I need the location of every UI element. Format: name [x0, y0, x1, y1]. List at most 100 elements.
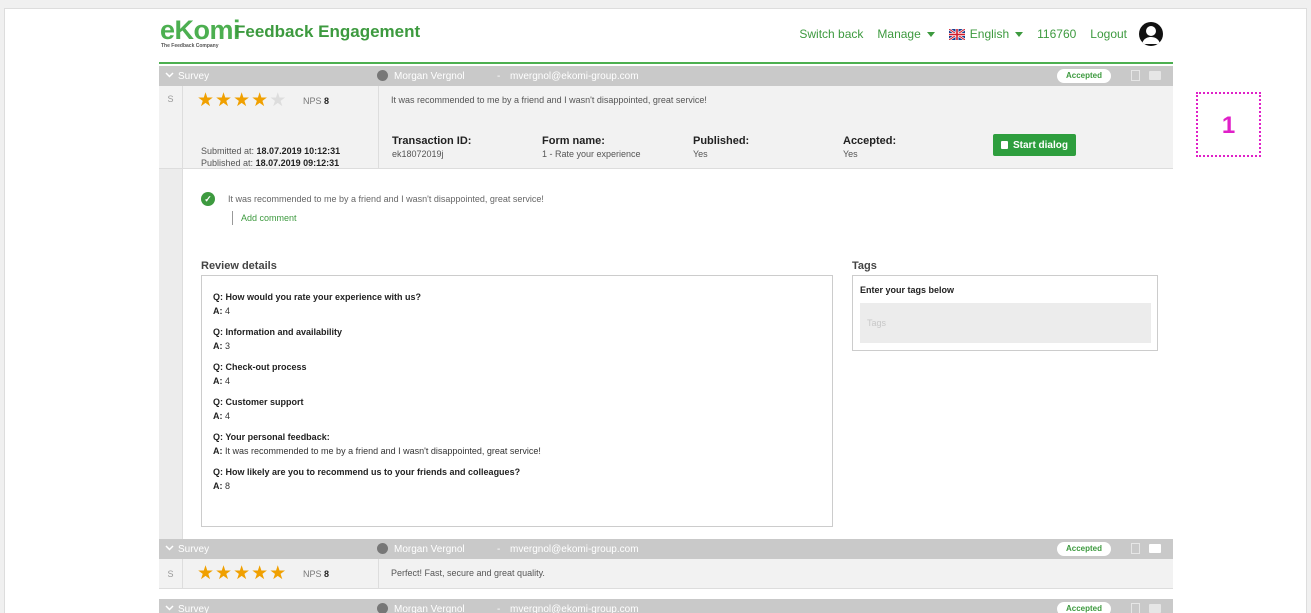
- answer-value: 4: [225, 411, 231, 421]
- user-icon: [377, 70, 388, 81]
- transaction-value: ek18072019j: [392, 149, 444, 159]
- form-label: Form name:: [542, 135, 605, 147]
- language-label: English: [969, 27, 1010, 41]
- document-icon[interactable]: [1131, 603, 1140, 613]
- form-value: 1 - Rate your experience: [542, 149, 641, 159]
- user-icon: [377, 603, 388, 613]
- annotation-marker: 1: [1196, 92, 1261, 157]
- nps-value: 8: [324, 569, 330, 579]
- chevron-down-icon[interactable]: [165, 70, 174, 79]
- document-icon[interactable]: [1131, 70, 1140, 81]
- manage-menu[interactable]: Manage: [877, 27, 935, 41]
- accepted-label: Accepted:: [843, 135, 897, 147]
- published-at: Published at: 18.07.2019 09:12:31: [201, 158, 339, 168]
- star-icon: ★: [233, 563, 251, 584]
- star-icon: ★: [269, 563, 287, 584]
- chevron-down-icon[interactable]: [165, 603, 174, 612]
- review-summary: S ★ ★ ★ ★ ★ NPS 8 Perfect! Fast, secure …: [159, 559, 1173, 589]
- logout-link[interactable]: Logout: [1090, 27, 1127, 41]
- review-details-box: Q: How would you rate your experience wi…: [201, 275, 833, 527]
- start-dialog-button[interactable]: Start dialog: [993, 134, 1076, 156]
- app-title: Feedback Engagement: [235, 22, 421, 41]
- tags-box: Enter your tags below: [852, 275, 1158, 351]
- star-icon: ★: [251, 90, 269, 111]
- uk-flag-icon: [948, 28, 965, 40]
- chevron-down-icon[interactable]: [165, 543, 174, 552]
- comment-icon[interactable]: [1149, 544, 1161, 553]
- separator: -: [497, 71, 501, 82]
- published-flag-label: Published:: [693, 135, 750, 147]
- comment-row: ✓ It was recommended to me by a friend a…: [201, 192, 544, 206]
- star-rating: ★ ★ ★ ★ ★: [197, 91, 287, 110]
- divider: [378, 86, 379, 169]
- chevron-down-icon: [926, 31, 935, 37]
- answer: A: It was recommended to me by a friend …: [213, 446, 832, 456]
- reviewer-name: Morgan Vergnol: [394, 71, 465, 82]
- status-badge: Accepted: [1057, 69, 1112, 83]
- qa-item: Q: How would you rate your experience wi…: [213, 292, 832, 316]
- answer-value: 4: [225, 306, 231, 316]
- qa-item: Q: Information and availability A: 3: [213, 327, 832, 351]
- answer-prefix: A:: [213, 306, 223, 316]
- review-header-bar[interactable]: Survey Morgan Vergnol - mvergnol@ekomi-g…: [159, 539, 1173, 559]
- user-icon: [377, 543, 388, 554]
- nps-label: NPS: [303, 569, 322, 579]
- question: Q: How likely are you to recommend us to…: [213, 467, 521, 477]
- user-avatar-icon[interactable]: [1139, 22, 1163, 46]
- document-icon[interactable]: [1131, 543, 1140, 554]
- review-type-label: Survey: [178, 71, 210, 82]
- qa-item: Q: Customer support A: 4: [213, 397, 832, 421]
- question: Q: Check-out process: [213, 362, 307, 372]
- question: Q: Information and availability: [213, 327, 343, 337]
- tags-label: Enter your tags below: [860, 285, 955, 295]
- answer: A: 8: [213, 481, 832, 491]
- star-icon: ★: [215, 563, 233, 584]
- transaction-label: Transaction ID:: [392, 135, 472, 147]
- reviewer-email: mvergnol@ekomi-group.com: [510, 71, 639, 82]
- star-icon: ★: [197, 90, 215, 111]
- language-selector[interactable]: English: [948, 27, 1024, 41]
- star-icon: ★: [215, 90, 233, 111]
- top-header: eKomi The Feedback Company Feedback Enga…: [159, 9, 1173, 64]
- answer-value: 3: [225, 341, 231, 351]
- answer: A: 4: [213, 411, 832, 421]
- review-details-title: Review details: [201, 260, 277, 272]
- switch-back-link[interactable]: Switch back: [799, 27, 863, 41]
- nps-label: NPS: [303, 96, 322, 106]
- review-header-bar[interactable]: Survey Morgan Vergnol - mvergnol@ekomi-g…: [159, 66, 1173, 86]
- answer-prefix: A:: [213, 446, 223, 456]
- start-dialog-label: Start dialog: [1012, 139, 1068, 151]
- question: Q: Customer support: [213, 397, 304, 407]
- reviewer-name: Morgan Vergnol: [394, 604, 465, 613]
- chevron-down-icon: [1015, 31, 1024, 37]
- app: eKomi The Feedback Company Feedback Enga…: [159, 9, 1173, 613]
- reviewer-email: mvergnol@ekomi-group.com: [510, 544, 639, 555]
- answer-prefix: A:: [213, 411, 223, 421]
- account-id[interactable]: 116760: [1037, 27, 1076, 41]
- reviewer-email: mvergnol@ekomi-group.com: [510, 604, 639, 613]
- ekomi-logo[interactable]: eKomi The Feedback Company: [160, 17, 241, 50]
- answer-prefix: A:: [213, 341, 223, 351]
- page-frame: eKomi The Feedback Company Feedback Enga…: [4, 8, 1307, 613]
- submitted-value: 18.07.2019 10:12:31: [256, 146, 341, 156]
- question: Q: Your personal feedback:: [213, 432, 330, 442]
- transaction-id: Transaction ID: ek18072019j: [392, 135, 471, 159]
- answer-prefix: A:: [213, 376, 223, 386]
- check-icon: ✓: [201, 192, 215, 206]
- left-rail: [159, 169, 183, 539]
- tags-title: Tags: [852, 260, 877, 272]
- submitted-label: Submitted at:: [201, 146, 255, 156]
- review-type-label: Survey: [178, 604, 210, 613]
- answer-value: It was recommended to me by a friend and…: [225, 446, 541, 456]
- answer: A: 3: [213, 341, 832, 351]
- qa-item: Q: How likely are you to recommend us to…: [213, 467, 832, 491]
- add-comment-link[interactable]: Add comment: [232, 211, 297, 225]
- tags-input[interactable]: [860, 303, 1151, 343]
- review-source-label: S: [159, 86, 183, 169]
- answer-value: 4: [225, 376, 231, 386]
- nps-score: NPS 8: [303, 96, 329, 106]
- comment-icon[interactable]: [1149, 71, 1161, 80]
- comment-text: It was recommended to me by a friend and…: [228, 194, 544, 204]
- comment-icon[interactable]: [1149, 604, 1161, 613]
- review-header-bar[interactable]: Survey Morgan Vergnol - mvergnol@ekomi-g…: [159, 599, 1173, 613]
